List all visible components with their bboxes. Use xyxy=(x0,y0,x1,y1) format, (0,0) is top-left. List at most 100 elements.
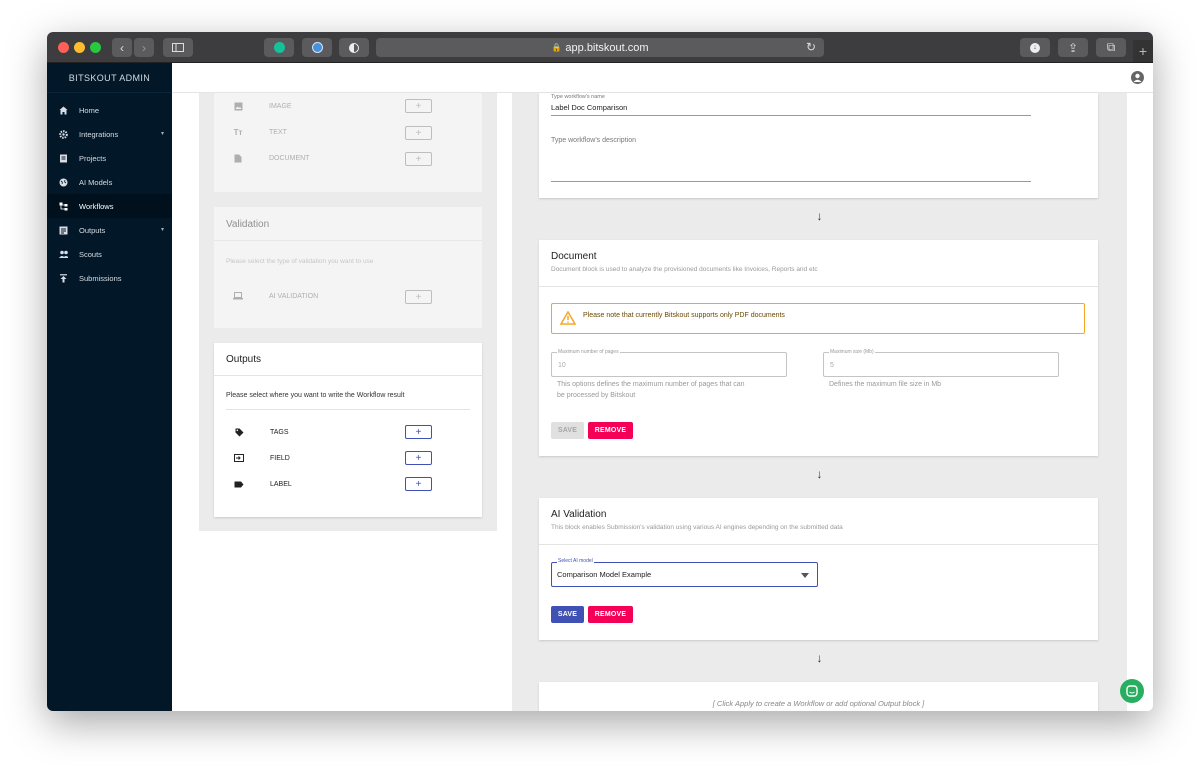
ai-validation-remove-button[interactable]: REMOVE xyxy=(588,606,633,623)
arrow-down-icon: ↓ xyxy=(816,651,823,665)
add-field-button[interactable]: + xyxy=(405,451,432,465)
document-icon xyxy=(233,153,243,163)
output-option-label: FIELD xyxy=(270,454,290,462)
add-text-button[interactable]: + xyxy=(405,126,432,140)
plus-icon: + xyxy=(415,478,422,490)
sidebar-item-submissions[interactable]: Submissions xyxy=(47,266,172,290)
outputs-card: Outputs Please select where you want to … xyxy=(214,343,482,517)
share-button[interactable]: ⇪ xyxy=(1058,38,1088,57)
validation-card-title: Validation xyxy=(226,219,270,230)
output-option-field: FIELD xyxy=(234,451,290,465)
add-label-button[interactable]: + xyxy=(405,477,432,491)
add-document-button[interactable]: + xyxy=(405,152,432,166)
inputs-card: IMAGE + Tт TEXT + DOCUMENT + xyxy=(214,93,482,192)
tabs-overview-button[interactable]: ⧉ xyxy=(1096,38,1126,57)
ai-validation-card-subtitle: This block enables Submission's validati… xyxy=(551,524,843,531)
ai-validation-card-title: AI Validation xyxy=(551,509,607,520)
globe-extension-icon xyxy=(311,42,323,53)
sidebar-item-home[interactable]: Home xyxy=(47,98,172,122)
workflow-builder: Type workflow's name Label Doc Compariso… xyxy=(512,93,1127,711)
chevron-right-icon: › xyxy=(142,40,146,55)
sidebar-toggle-button[interactable] xyxy=(163,38,193,57)
app-top-bar xyxy=(172,63,1153,93)
back-button[interactable]: ‹ xyxy=(112,38,132,57)
document-remove-button[interactable]: REMOVE xyxy=(588,422,633,439)
max-pages-help-line: be processed by Bitskout xyxy=(557,392,636,399)
max-pages-field[interactable]: Maximum number of pages 10 xyxy=(551,349,787,377)
validation-card: Validation Please select the type of val… xyxy=(214,207,482,328)
document-card-title: Document xyxy=(551,251,597,262)
workflow-name-label: Type workflow's name xyxy=(551,94,605,100)
privacy-extension-button[interactable] xyxy=(339,38,369,57)
sidebar-item-label: AI Models xyxy=(79,177,113,187)
apply-hint-card: [ Click Apply to create a Workflow or ad… xyxy=(539,682,1098,711)
workflow-description-input[interactable]: Type workflow's description xyxy=(551,137,636,144)
pdf-warning-text: Please note that currently Bitskout supp… xyxy=(583,312,785,319)
divider xyxy=(539,544,1098,545)
add-ai-validation-button[interactable]: + xyxy=(405,290,432,304)
add-tags-button[interactable]: + xyxy=(405,425,432,439)
workflow-description-underline xyxy=(551,181,1031,182)
outputs-card-title: Outputs xyxy=(226,354,262,365)
plus-icon: + xyxy=(1138,43,1148,59)
ai-validation-save-button[interactable]: SAVE xyxy=(551,606,584,623)
image-icon xyxy=(233,101,243,111)
chat-icon xyxy=(1126,685,1138,697)
document-save-button[interactable]: SAVE xyxy=(551,422,584,439)
max-pages-help-line: This options defines the maximum number … xyxy=(557,381,745,388)
url-text: app.bitskout.com xyxy=(565,41,649,54)
sidebar-item-projects[interactable]: Projects xyxy=(47,146,172,170)
output-option-tags: TAGS xyxy=(234,425,289,439)
chat-widget-button[interactable] xyxy=(1120,679,1144,703)
input-option-text: Tт TEXT xyxy=(233,125,287,139)
validation-option-label: AI VALIDATION xyxy=(269,292,319,300)
add-image-button[interactable]: + xyxy=(405,99,432,113)
address-bar[interactable]: 🔒 app.bitskout.com ↻ xyxy=(376,38,824,57)
account-icon[interactable] xyxy=(1131,71,1144,84)
apply-hint-text: [ Click Apply to create a Workflow or ad… xyxy=(712,699,925,708)
people-icon xyxy=(59,250,68,259)
workflow-info-card: Type workflow's name Label Doc Compariso… xyxy=(539,93,1098,198)
sidebar-item-outputs[interactable]: Outputs ▾ xyxy=(47,218,172,242)
plus-icon: + xyxy=(415,452,422,464)
grammarly-extension-button[interactable] xyxy=(264,38,294,57)
max-pages-help: This options defines the maximum number … xyxy=(557,379,745,401)
output-option-label-text: LABEL xyxy=(270,480,292,488)
globe-icon xyxy=(59,178,68,187)
forward-button[interactable]: › xyxy=(134,38,154,57)
sidebar-item-workflows[interactable]: Workflows xyxy=(47,194,172,218)
sidebar-item-ai-models[interactable]: AI Models xyxy=(47,170,172,194)
close-window-button[interactable] xyxy=(58,42,69,53)
ai-model-select-label: Select AI model xyxy=(557,558,594,564)
sidebar-item-scouts[interactable]: Scouts xyxy=(47,242,172,266)
output-option-label: TAGS xyxy=(270,428,289,436)
max-size-field[interactable]: Maximum size (Mb) 5 xyxy=(823,349,1059,377)
warning-icon xyxy=(560,311,576,325)
ai-validation-block-card: AI Validation This block enables Submiss… xyxy=(539,498,1098,640)
validation-card-subtitle: Please select the type of validation you… xyxy=(226,258,374,265)
sidebar-title: BITSKOUT ADMIN xyxy=(47,63,172,93)
tabs-icon: ⧉ xyxy=(1106,40,1116,54)
downloads-button[interactable]: ↓ xyxy=(1020,38,1050,57)
input-option-label: IMAGE xyxy=(269,102,292,110)
new-tab-button[interactable]: + xyxy=(1133,40,1153,62)
ai-model-select[interactable]: Select AI model Comparison Model Example xyxy=(551,558,818,587)
sidebar-item-integrations[interactable]: Integrations ▾ xyxy=(47,122,172,146)
arrow-down-icon: ↓ xyxy=(816,467,823,481)
divider xyxy=(226,409,470,410)
workflow-name-input[interactable]: Label Doc Comparison xyxy=(551,103,627,112)
chevron-down-icon: ▾ xyxy=(160,131,164,137)
sidebar-item-label: Projects xyxy=(79,153,107,163)
max-size-help: Defines the maximum file size in Mb xyxy=(829,381,942,388)
minimize-window-button[interactable] xyxy=(74,42,85,53)
grammarly-icon xyxy=(273,42,285,53)
sidebar-item-label: Submissions xyxy=(79,273,122,283)
dropdown-arrow-icon xyxy=(801,573,809,578)
maximize-window-button[interactable] xyxy=(90,42,101,53)
pdf-warning-alert: Please note that currently Bitskout supp… xyxy=(551,303,1085,334)
reload-icon[interactable]: ↻ xyxy=(806,40,816,54)
home-icon xyxy=(59,106,68,115)
input-field-icon xyxy=(234,453,244,463)
extension-button[interactable] xyxy=(302,38,332,57)
arrow-down-icon: ↓ xyxy=(816,209,823,223)
